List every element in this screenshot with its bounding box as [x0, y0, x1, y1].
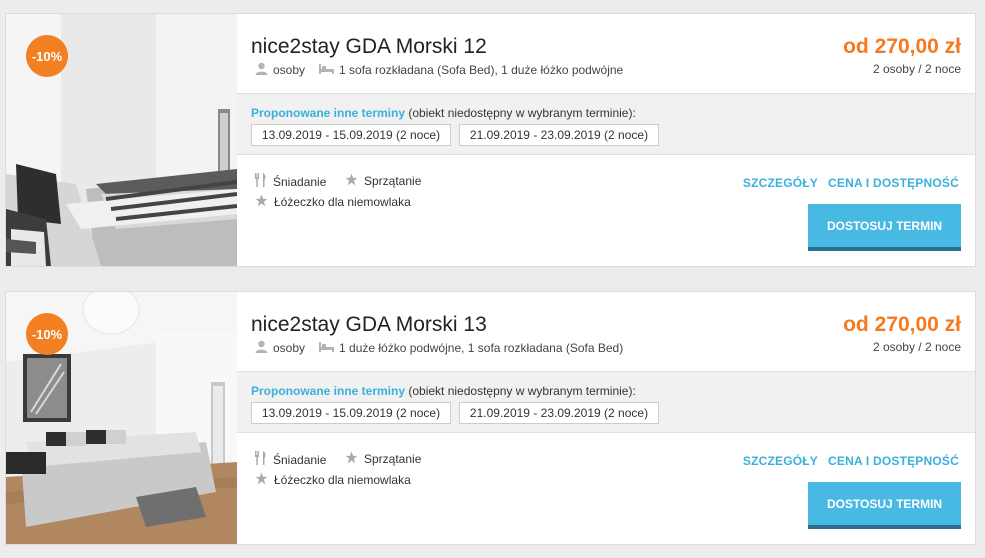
cutlery-icon	[255, 451, 267, 468]
bed-icon	[319, 63, 335, 77]
alternative-dates-link[interactable]: Proponowane inne terminy	[251, 384, 405, 398]
amenity-cleaning: Sprzątanie	[345, 451, 421, 467]
listing-title[interactable]: nice2stay GDA Morski 13	[251, 313, 487, 337]
amenity-crib: Łóżeczko dla niemowlaka	[255, 472, 411, 488]
alternative-dates-note: (obiekt niedostępny w wybranym terminie)…	[405, 384, 636, 398]
guests-label: osoby	[273, 341, 306, 355]
beds-description: 1 sofa rozkładana (Sofa Bed), 1 duże łóż…	[339, 63, 624, 77]
listing-meta: osoby 1 sofa rozkładana (Sofa Bed), 1 du…	[255, 62, 623, 78]
amenity-breakfast: Śniadanie	[255, 451, 326, 468]
person-icon	[255, 340, 268, 356]
price-subtitle: 2 osoby / 2 noce	[872, 340, 961, 354]
listing-header: nice2stay GDA Morski 12 osoby 1 sofa roz…	[237, 14, 975, 93]
alternative-dates-text: Proponowane inne terminy (obiekt niedost…	[251, 106, 636, 120]
listing-footer: Śniadanie Sprzątanie Łóżeczko dla niemow…	[237, 433, 975, 544]
price: od 270,00 zł	[843, 35, 961, 58]
price: od 270,00 zł	[843, 313, 961, 336]
listing-photo[interactable]: -10%	[6, 292, 237, 544]
star-icon	[345, 173, 358, 189]
price-subtitle: 2 osoby / 2 noce	[872, 62, 961, 76]
listing-title[interactable]: nice2stay GDA Morski 12	[251, 35, 487, 59]
alternative-dates-text: Proponowane inne terminy (obiekt niedost…	[251, 384, 636, 398]
bed-icon	[319, 341, 335, 355]
amenity-label: Sprzątanie	[364, 452, 422, 466]
price-availability-link[interactable]: CENA I DOSTĘPNOŚĆ	[828, 176, 959, 190]
listing-card: -10% nice2stay GDA Morski 12 osoby 1 sof…	[5, 13, 976, 267]
alternative-dates: Proponowane inne terminy (obiekt niedost…	[237, 93, 975, 155]
amenity-label: Łóżeczko dla niemowlaka	[274, 473, 411, 487]
guests-label: osoby	[273, 63, 306, 77]
alternative-dates-note: (obiekt niedostępny w wybranym terminie)…	[405, 106, 636, 120]
adjust-dates-button[interactable]: DOSTOSUJ TERMIN	[808, 204, 961, 251]
star-icon	[255, 472, 268, 488]
amenity-label: Łóżeczko dla niemowlaka	[274, 195, 411, 209]
listing-photo[interactable]: -10%	[6, 14, 237, 266]
listing-meta: osoby 1 duże łóżko podwójne, 1 sofa rozk…	[255, 340, 623, 356]
price-availability-link[interactable]: CENA I DOSTĘPNOŚĆ	[828, 454, 959, 468]
amenity-crib: Łóżeczko dla niemowlaka	[255, 194, 411, 210]
listing-body: nice2stay GDA Morski 12 osoby 1 sofa roz…	[237, 14, 975, 266]
amenity-breakfast: Śniadanie	[255, 173, 326, 190]
amenity-label: Śniadanie	[273, 452, 327, 467]
amenity-cleaning: Sprzątanie	[345, 173, 421, 189]
date-option[interactable]: 21.09.2019 - 23.09.2019 (2 noce)	[459, 402, 659, 424]
star-icon	[345, 451, 358, 467]
listing-footer: Śniadanie Sprzątanie Łóżeczko dla niemow…	[237, 155, 975, 266]
discount-badge: -10%	[26, 313, 68, 355]
listing-body: nice2stay GDA Morski 13 osoby 1 duże łóż…	[237, 292, 975, 544]
star-icon	[255, 194, 268, 210]
amenity-label: Sprzątanie	[364, 174, 422, 188]
alternative-dates: Proponowane inne terminy (obiekt niedost…	[237, 371, 975, 433]
person-icon	[255, 62, 268, 78]
listing-header: nice2stay GDA Morski 13 osoby 1 duże łóż…	[237, 292, 975, 371]
cutlery-icon	[255, 173, 267, 190]
beds-description: 1 duże łóżko podwójne, 1 sofa rozkładana…	[339, 341, 624, 355]
amenity-label: Śniadanie	[273, 174, 327, 189]
date-option[interactable]: 13.09.2019 - 15.09.2019 (2 noce)	[251, 124, 451, 146]
listing-card: -10% nice2stay GDA Morski 13 osoby 1 duż…	[5, 291, 976, 545]
date-option[interactable]: 13.09.2019 - 15.09.2019 (2 noce)	[251, 402, 451, 424]
details-link[interactable]: SZCZEGÓŁY	[743, 176, 818, 190]
adjust-dates-button[interactable]: DOSTOSUJ TERMIN	[808, 482, 961, 529]
details-link[interactable]: SZCZEGÓŁY	[743, 454, 818, 468]
discount-badge: -10%	[26, 35, 68, 77]
date-option[interactable]: 21.09.2019 - 23.09.2019 (2 noce)	[459, 124, 659, 146]
alternative-dates-link[interactable]: Proponowane inne terminy	[251, 106, 405, 120]
